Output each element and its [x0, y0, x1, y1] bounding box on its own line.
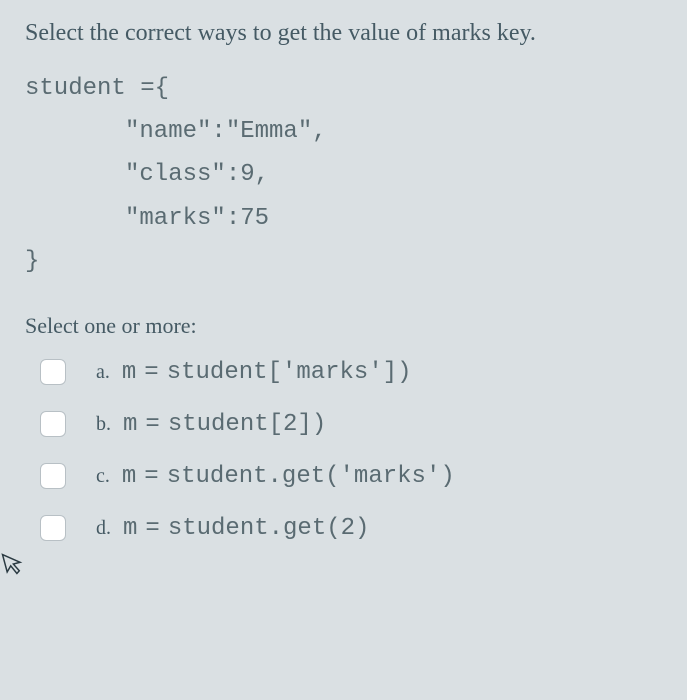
option-eq: = — [145, 515, 159, 542]
option-row: c. m = student.get('marks') — [40, 463, 662, 490]
code-line: "marks":75 — [25, 197, 662, 240]
option-var: m — [122, 359, 136, 386]
code-line: "name":"Emma", — [25, 110, 662, 153]
checkbox-option-a[interactable] — [40, 359, 66, 385]
option-text: d. m = student.get(2) — [96, 515, 369, 542]
option-row: b. m = student[2]) — [40, 411, 662, 438]
option-eq: = — [144, 463, 158, 490]
question-title: Select the correct ways to get the value… — [25, 20, 662, 47]
option-text: b. m = student[2]) — [96, 411, 326, 438]
option-text: c. m = student.get('marks') — [96, 463, 455, 490]
option-code: student.get(2) — [168, 515, 370, 542]
option-var: m — [123, 411, 137, 438]
code-line: } — [25, 240, 662, 283]
option-label: d. — [96, 517, 111, 540]
option-text: a. m = student['marks']) — [96, 359, 412, 386]
option-var: m — [122, 463, 136, 490]
option-code: student['marks']) — [167, 359, 412, 386]
options-list: a. m = student['marks']) b. m = student[… — [25, 359, 662, 542]
option-code: student[2]) — [168, 411, 326, 438]
option-label: c. — [96, 465, 110, 488]
option-row: d. m = student.get(2) — [40, 515, 662, 542]
checkbox-option-c[interactable] — [40, 463, 66, 489]
code-line: "class":9, — [25, 153, 662, 196]
code-line: student ={ — [25, 67, 662, 110]
option-var: m — [123, 515, 137, 542]
option-label: b. — [96, 413, 111, 436]
option-row: a. m = student['marks']) — [40, 359, 662, 386]
cursor-icon — [0, 548, 28, 585]
checkbox-option-b[interactable] — [40, 411, 66, 437]
option-label: a. — [96, 361, 110, 384]
option-eq: = — [145, 411, 159, 438]
option-eq: = — [144, 359, 158, 386]
option-code: student.get('marks') — [167, 463, 455, 490]
code-block: student ={ "name":"Emma", "class":9, "ma… — [25, 67, 662, 283]
checkbox-option-d[interactable] — [40, 515, 66, 541]
select-prompt: Select one or more: — [25, 313, 662, 339]
